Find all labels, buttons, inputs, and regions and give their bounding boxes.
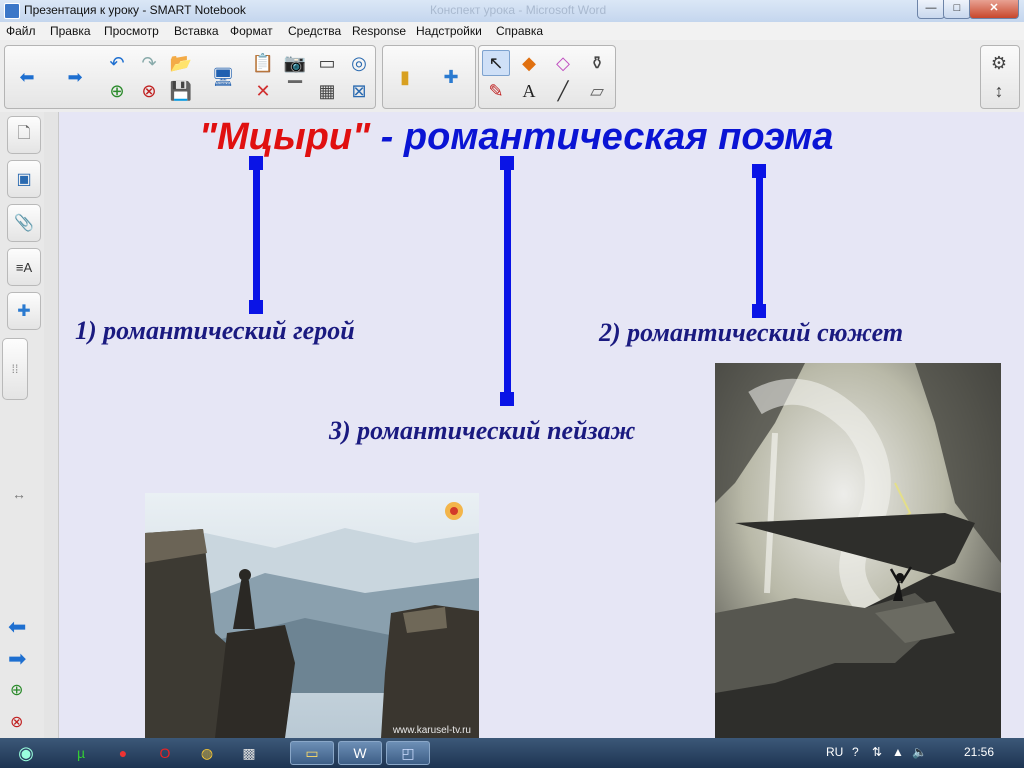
select-pointer-icon[interactable]: ↖ <box>482 50 510 76</box>
window-title: Презентация к уроку - SMART Notebook <box>24 3 246 17</box>
open-folder-icon[interactable]: 📂 <box>167 50 195 76</box>
connector-hero[interactable] <box>249 156 263 314</box>
menu-format[interactable]: Формат <box>230 24 273 38</box>
clock[interactable]: 21:56 <box>964 745 994 759</box>
taskbar: ◉ µ ● O ◍ ▩ ▭ W ◰ RU ? ⇅ ▲ 🔈 21:56 <box>0 738 1024 768</box>
start-orb-icon[interactable]: ◉ <box>4 741 48 765</box>
opera-icon[interactable]: O <box>146 741 184 765</box>
system-tray: RU ? ⇅ ▲ 🔈 21:56 <box>814 738 1024 768</box>
concept-hero[interactable]: 1) романтический герой <box>75 316 355 346</box>
connector-plot[interactable] <box>752 164 766 318</box>
image-storm-illustration[interactable] <box>715 363 1001 738</box>
gear-icon[interactable]: ⚙ <box>985 50 1013 76</box>
redo-icon[interactable]: ↷ <box>135 50 163 76</box>
menu-view[interactable]: Просмотр <box>104 24 159 38</box>
addons-icon[interactable]: ✚ <box>7 292 41 330</box>
vertical-scrollbar[interactable] <box>44 112 59 738</box>
screen-capture-icon[interactable]: 📷 <box>281 50 309 76</box>
toolbar-group-main: ⬅ ➡ ↶ ↷ 📂 ⊕ ⊗ 💾 🖥 📋 📷 ▭ ◎ ✕ ▔ ▦ ⊠ <box>4 45 376 109</box>
network-tray-icon[interactable]: ⇅ <box>872 745 882 759</box>
screen-shade-icon[interactable]: ▭ <box>313 50 341 76</box>
cancel-icon[interactable]: ⊠ <box>345 78 373 104</box>
utorrent-icon[interactable]: µ <box>62 741 100 765</box>
volume-icon[interactable]: 🔈 <box>912 745 927 759</box>
side-tab-bar: 🗋 ▣ 📎 ≡A ✚ ⁞⁞ ↔ ⬅ ➡ ⊕ ⊗ <box>0 112 45 738</box>
add-page-side-icon[interactable]: ⊕ <box>10 680 23 700</box>
fill-icon[interactable]: ⚱ <box>583 50 611 76</box>
background-window-title: Конспект урока - Microsoft Word <box>430 3 607 17</box>
delete-page-icon[interactable]: ⊗ <box>135 78 163 104</box>
yandex-icon[interactable]: ● <box>104 741 142 765</box>
smart-notebook-app-icon <box>4 3 20 19</box>
maximize-button[interactable]: □ <box>943 0 971 19</box>
display-icon[interactable]: 🖥 <box>209 64 237 90</box>
toolbar-group-addons: ▮ ✚ <box>382 45 476 109</box>
word-icon[interactable]: W <box>338 741 382 765</box>
connector-landscape[interactable] <box>500 156 514 406</box>
delete-page-side-icon[interactable]: ⊗ <box>10 712 23 732</box>
title-bar: Презентация к уроку - SMART Notebook Кон… <box>0 0 1024 23</box>
puzzle-icon[interactable]: ✚ <box>437 64 465 90</box>
paint-icon[interactable]: ▩ <box>230 741 268 765</box>
back-arrow-icon[interactable]: ⬅ <box>13 64 41 90</box>
minimize-button[interactable]: — <box>917 0 945 19</box>
undo-icon[interactable]: ↶ <box>103 50 131 76</box>
pens-icon[interactable]: ✎ <box>482 78 510 104</box>
toolbar: ⬅ ➡ ↶ ↷ 📂 ⊕ ⊗ 💾 🖥 📋 📷 ▭ ◎ ✕ ▔ ▦ ⊠ ▮ ✚ ↖ … <box>0 40 1024 113</box>
chrome-icon[interactable]: ◍ <box>188 741 226 765</box>
document-camera-icon[interactable]: ◎ <box>345 50 373 76</box>
capture-icon[interactable]: ▮ <box>391 64 419 90</box>
toolbar-group-tools: ↖ ◆ ◇ ⚱ ✎ A ╱ ▱ <box>478 45 616 109</box>
menu-addons[interactable]: Надстройки <box>416 24 482 38</box>
explorer-icon[interactable]: ▭ <box>290 741 334 765</box>
next-page-icon[interactable]: ➡ <box>8 646 26 672</box>
menu-tools[interactable]: Средства <box>288 24 341 38</box>
text-A-icon[interactable]: A <box>515 78 543 104</box>
screen-shade-alt-icon[interactable]: ▔ <box>281 78 309 104</box>
image-credit: www.karusel-tv.ru <box>392 725 471 736</box>
concept-plot[interactable]: 2) романтический сюжет <box>599 318 903 348</box>
language-indicator[interactable]: RU <box>826 745 843 759</box>
table-icon[interactable]: ▦ <box>313 78 341 104</box>
concept-landscape[interactable]: 3) романтический пейзаж <box>329 416 635 446</box>
forward-arrow-icon[interactable]: ➡ <box>61 64 89 90</box>
menu-response[interactable]: Response <box>352 24 406 38</box>
help-tray-icon[interactable]: ? <box>852 745 859 759</box>
save-icon[interactable]: 💾 <box>167 78 195 104</box>
gallery-icon[interactable]: ▣ <box>7 160 41 198</box>
highlighter-icon[interactable]: ◇ <box>549 50 577 76</box>
image-mountain-landscape[interactable]: www.karusel-tv.ru <box>145 493 479 738</box>
properties-icon[interactable]: ≡A <box>7 248 41 286</box>
slide-canvas[interactable]: "Мцыри" - романтическая поэма 1) романти… <box>59 112 1024 738</box>
show-hidden-icon[interactable]: ▲ <box>892 745 904 759</box>
eraser-icon[interactable]: ▱ <box>583 78 611 104</box>
collapse-tab-handle[interactable]: ⁞⁞ <box>2 338 28 400</box>
menu-help[interactable]: Справка <box>496 24 543 38</box>
page-sorter-icon[interactable]: 🗋 <box>7 116 41 154</box>
shapes-icon[interactable]: ◆ <box>515 50 543 76</box>
resize-icon[interactable]: ↔ <box>12 486 26 502</box>
line-icon[interactable]: ╱ <box>549 78 577 104</box>
toolbar-group-settings: ⚙ ↕ <box>980 45 1020 109</box>
paste-icon[interactable]: 📋 <box>249 50 277 76</box>
move-toolbar-icon[interactable]: ↕ <box>985 78 1013 104</box>
smart-notebook-icon[interactable]: ◰ <box>386 741 430 765</box>
menu-insert[interactable]: Вставка <box>174 24 219 38</box>
mountain-landscape-illustration <box>145 493 479 738</box>
menu-edit[interactable]: Правка <box>50 24 91 38</box>
menu-file[interactable]: Файл <box>6 24 36 38</box>
prev-page-icon[interactable]: ⬅ <box>8 614 26 640</box>
close-button[interactable]: ✕ <box>969 0 1019 19</box>
storm-illustration <box>715 363 1001 738</box>
add-page-icon[interactable]: ⊕ <box>103 78 131 104</box>
attachments-icon[interactable]: 📎 <box>7 204 41 242</box>
menu-bar: Файл Правка Просмотр Вставка Формат Сред… <box>0 22 1024 40</box>
delete-icon[interactable]: ✕ <box>249 78 277 104</box>
